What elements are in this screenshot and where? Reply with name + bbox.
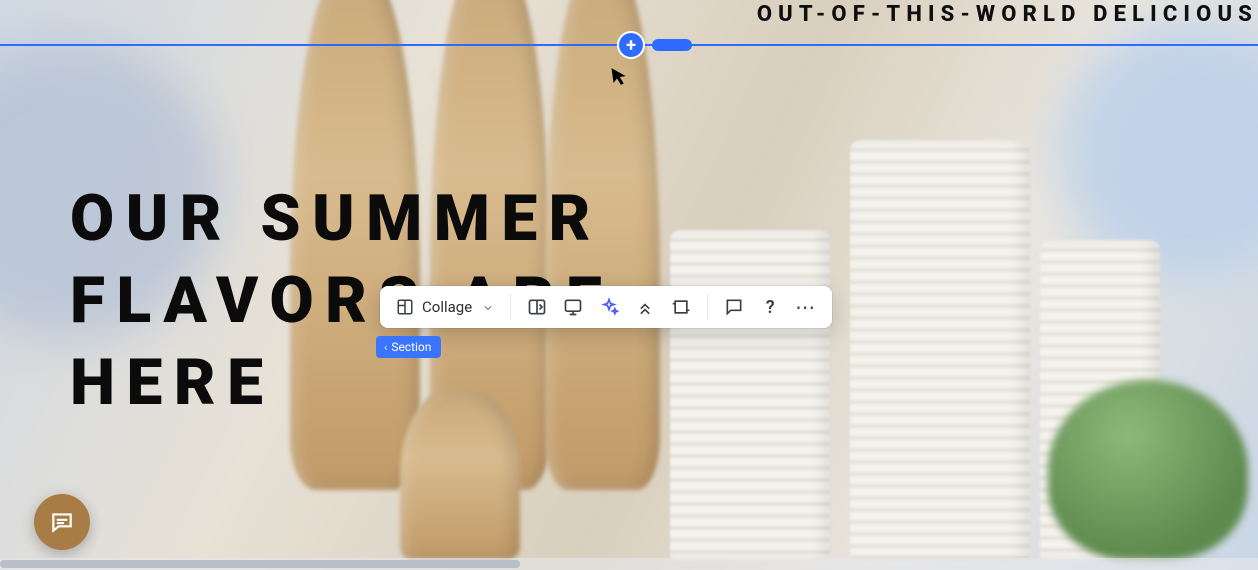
move-up-button[interactable] [629,291,661,323]
comment-button[interactable] [718,291,750,323]
chat-icon [49,509,75,535]
layout-picker[interactable]: Collage [390,292,500,322]
split-layout-button[interactable] [521,291,553,323]
sparkle-icon [599,297,619,317]
chat-fab[interactable] [34,494,90,550]
slideshow-button[interactable] [557,291,589,323]
chevron-left-icon: ‹ [384,341,387,354]
breadcrumb-label: Section [391,340,431,354]
ai-generate-button[interactable] [593,291,625,323]
more-icon: ⋯ [795,295,817,319]
tagline-text: OUT-OF-THIS-WORLD DELICIOUS [757,2,1258,27]
crop-icon [671,297,691,317]
horizontal-scrollbar[interactable] [0,558,1258,570]
chevron-down-icon [482,302,494,314]
crop-button[interactable] [665,291,697,323]
bg-cups [670,230,830,560]
help-icon: ? [766,297,775,318]
plus-icon: + [626,35,636,56]
presentation-icon [563,297,583,317]
toolbar-separator [707,294,708,320]
bg-plant [1048,380,1248,560]
comment-icon [724,297,744,317]
more-options-button[interactable]: ⋯ [790,291,822,323]
editor-canvas: OUT-OF-THIS-WORLD DELICIOUS + OUR SUMMER… [0,0,1258,570]
add-section-button[interactable]: + [619,33,643,57]
layout-grid-icon [396,298,414,316]
scrollbar-thumb[interactable] [0,560,520,568]
layout-picker-label: Collage [422,298,472,316]
breadcrumb-section[interactable]: ‹ Section [376,336,441,358]
chevrons-up-icon [635,297,655,317]
bg-cups [850,140,1030,560]
cursor-icon [610,65,629,92]
toolbar-separator [510,294,511,320]
section-toolbar: Collage ? ⋯ [380,286,832,328]
section-drag-handle[interactable] [652,39,692,51]
help-button[interactable]: ? [754,291,786,323]
columns-icon [527,297,547,317]
